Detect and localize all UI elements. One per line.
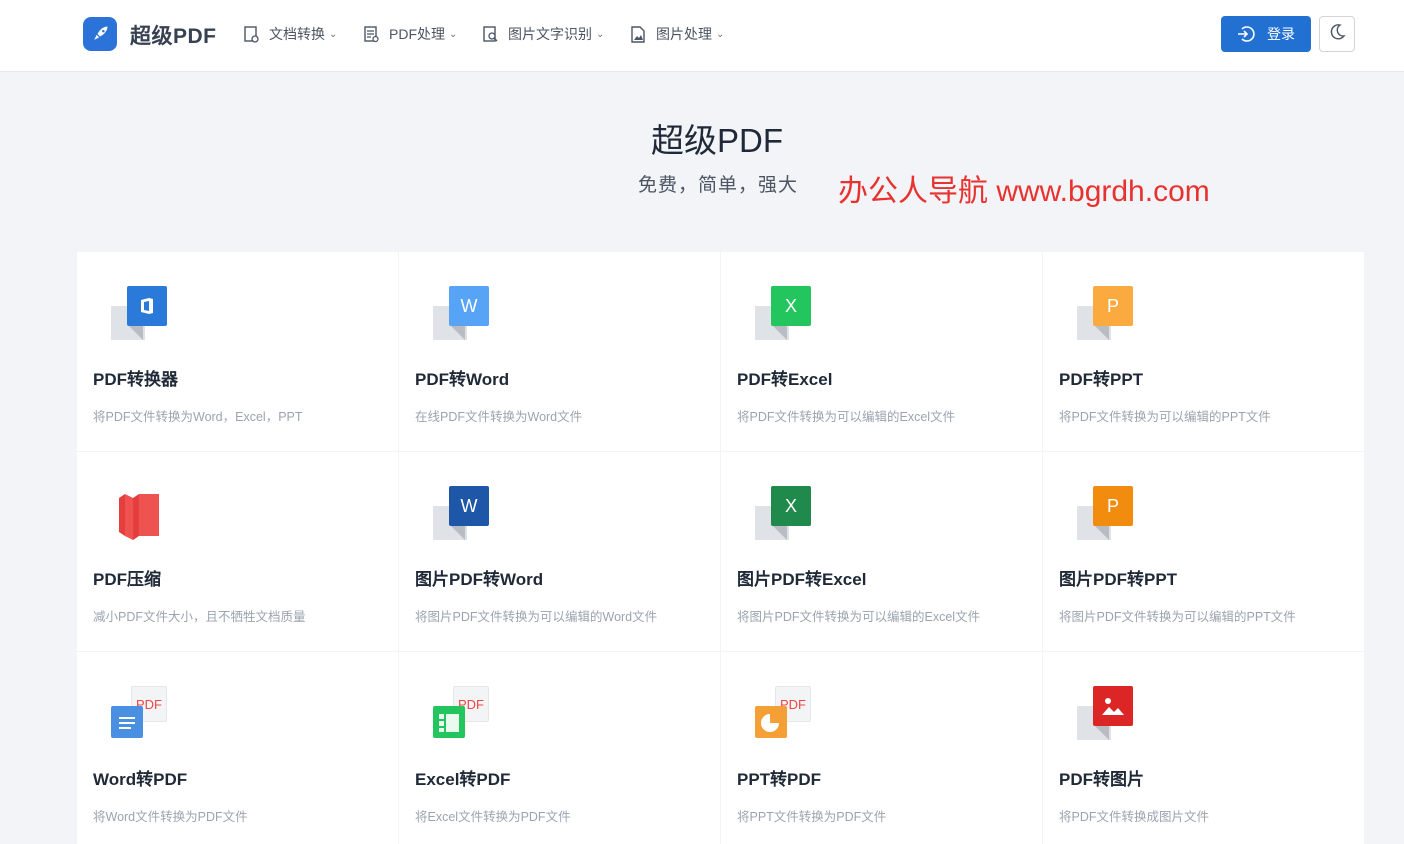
card-title: PDF转换器 <box>93 370 178 389</box>
word-icon: W <box>433 286 489 342</box>
card-title: 图片PDF转PPT <box>1059 570 1178 589</box>
card-image-pdf-to-ppt[interactable]: P 图片PDF转PPT 将图片PDF文件转换为可以编辑的PPT文件 <box>1043 452 1364 651</box>
card-desc: 将PDF文件转换为可以编辑的PPT文件 <box>1059 410 1271 424</box>
excel-icon: X <box>755 486 811 542</box>
chevron-down-icon: ⌄ <box>449 28 458 40</box>
tool-grid: PDF转换器 将PDF文件转换为Word，Excel，PPT W PDF转Wor… <box>77 252 1364 844</box>
card-title: PDF转图片 <box>1059 770 1144 789</box>
login-icon <box>1237 25 1255 43</box>
card-pdf-to-image[interactable]: PDF转图片 将PDF文件转换成图片文件 <box>1043 652 1364 844</box>
nav-ocr[interactable]: 图片文字识别 ⌄ <box>483 24 604 44</box>
card-pdf-converter[interactable]: PDF转换器 将PDF文件转换为Word，Excel，PPT <box>77 252 398 451</box>
word-to-pdf-icon: PDF <box>111 686 167 742</box>
card-desc: 将PDF文件转换为可以编辑的Excel文件 <box>737 410 956 424</box>
card-pdf-to-word[interactable]: W PDF转Word 在线PDF文件转换为Word文件 <box>399 252 720 451</box>
nav-pdf-process[interactable]: PDF处理 ⌄ <box>364 24 457 44</box>
ppt-icon: P <box>1077 486 1133 542</box>
card-title: PDF转PPT <box>1059 370 1144 389</box>
card-title: 图片PDF转Word <box>415 570 544 589</box>
card-title: Excel转PDF <box>415 770 511 789</box>
excel-to-pdf-icon: PDF <box>433 686 489 742</box>
word-icon: W <box>433 486 489 542</box>
image-icon <box>1077 686 1133 742</box>
card-image-pdf-to-excel[interactable]: X 图片PDF转Excel 将图片PDF文件转换为可以编辑的Excel文件 <box>721 452 1042 651</box>
card-image-pdf-to-word[interactable]: W 图片PDF转Word 将图片PDF文件转换为可以编辑的Word文件 <box>399 452 720 651</box>
card-pdf-to-excel[interactable]: X PDF转Excel 将PDF文件转换为可以编辑的Excel文件 <box>721 252 1042 451</box>
nav-label: 图片文字识别 <box>508 26 592 42</box>
excel-icon: X <box>755 286 811 342</box>
card-desc: 将PPT文件转换为PDF文件 <box>737 810 887 824</box>
card-pdf-compress[interactable]: PDF压缩 减小PDF文件大小，且不牺牲文档质量 <box>77 452 398 651</box>
card-desc: 在线PDF文件转换为Word文件 <box>415 410 583 424</box>
login-button[interactable]: 登录 <box>1221 16 1311 52</box>
card-desc: 将图片PDF文件转换为可以编辑的Excel文件 <box>737 610 981 624</box>
moon-icon <box>1328 23 1346 46</box>
card-desc: 将PDF文件转换为Word，Excel，PPT <box>93 410 303 424</box>
ppt-icon: P <box>1077 286 1133 342</box>
brand-name[interactable]: 超级PDF <box>130 20 217 50</box>
card-title: PDF压缩 <box>93 570 161 589</box>
nav-label: 文档转换 <box>269 26 325 42</box>
card-title: Word转PDF <box>93 770 188 789</box>
image-process-icon <box>631 25 647 43</box>
card-desc: 减小PDF文件大小，且不牺牲文档质量 <box>93 610 306 624</box>
card-desc: 将PDF文件转换成图片文件 <box>1059 810 1210 824</box>
compress-icon <box>111 486 167 542</box>
nav-doc-convert[interactable]: 文档转换 ⌄ <box>244 24 337 44</box>
ocr-icon <box>483 25 499 43</box>
card-excel-to-pdf[interactable]: PDF Excel转PDF 将Excel文件转换为PDF文件 <box>399 652 720 844</box>
nav-label: PDF处理 <box>389 26 445 42</box>
chevron-down-icon: ⌄ <box>716 28 725 40</box>
page-title: 超级PDF <box>651 122 783 159</box>
nav-image-process[interactable]: 图片处理 ⌄ <box>631 24 724 44</box>
card-title: PPT转PDF <box>737 770 822 789</box>
card-word-to-pdf[interactable]: PDF Word转PDF 将Word文件转换为PDF文件 <box>77 652 398 844</box>
card-title: PDF转Excel <box>737 370 833 389</box>
card-title: 图片PDF转Excel <box>737 570 867 589</box>
doc-convert-icon <box>244 25 260 43</box>
card-desc: 将图片PDF文件转换为可以编辑的PPT文件 <box>1059 610 1296 624</box>
card-ppt-to-pdf[interactable]: PDF PPT转PDF 将PPT文件转换为PDF文件 <box>721 652 1042 844</box>
chevron-down-icon: ⌄ <box>329 28 338 40</box>
ppt-to-pdf-icon: PDF <box>755 686 811 742</box>
office-icon <box>111 286 167 342</box>
top-header: 超级PDF 文档转换 ⌄ PDF处理 ⌄ 图片文字识别 ⌄ 图片处理 ⌄ 登录 <box>0 0 1404 72</box>
chevron-down-icon: ⌄ <box>596 28 605 40</box>
card-desc: 将图片PDF文件转换为可以编辑的Word文件 <box>415 610 658 624</box>
card-pdf-to-ppt[interactable]: P PDF转PPT 将PDF文件转换为可以编辑的PPT文件 <box>1043 252 1364 451</box>
watermark-text: 办公人导航 www.bgrdh.com <box>838 175 1210 208</box>
nav-label: 图片处理 <box>656 26 712 42</box>
pdf-process-icon <box>364 25 380 43</box>
card-desc: 将Excel文件转换为PDF文件 <box>415 810 571 824</box>
card-title: PDF转Word <box>415 370 510 389</box>
login-label: 登录 <box>1267 26 1295 42</box>
rocket-logo-icon[interactable] <box>83 17 117 51</box>
dark-mode-toggle[interactable] <box>1319 16 1355 52</box>
card-desc: 将Word文件转换为PDF文件 <box>93 810 248 824</box>
